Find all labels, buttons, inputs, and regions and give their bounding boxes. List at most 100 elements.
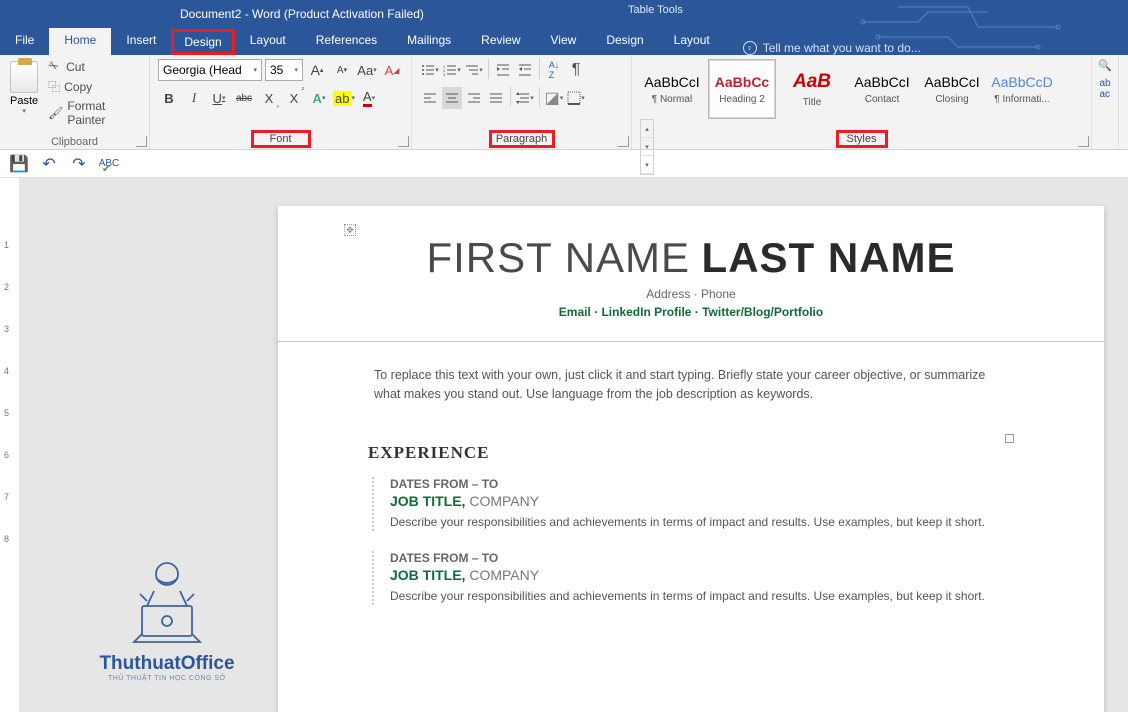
clear-formatting-button[interactable]: A◢ [381, 59, 403, 81]
resume-links[interactable]: Email · LinkedIn Profile · Twitter/Blog/… [368, 305, 1014, 319]
align-left-button[interactable] [420, 87, 440, 109]
group-font: Georgia (Head▾ 35▾ A▴ A▾ Aa▾ A◢ B I U▾ a… [150, 55, 412, 149]
change-case-button[interactable]: Aa▾ [356, 59, 378, 81]
style-information[interactable]: AaBbCcD¶ Informati... [988, 59, 1056, 119]
watermark-text: ThuthuatOffice [78, 653, 256, 675]
tab-file[interactable]: File [0, 25, 49, 55]
watermark-logo: ThuthuatOffice THỦ THUẬT TIN HỌC CÔNG SỞ [78, 556, 256, 682]
replace-button[interactable]: abac [1099, 78, 1110, 100]
group-styles: AaBbCcI¶ Normal AaBbCcHeading 2 AaBTitle… [632, 55, 1092, 149]
paste-icon [10, 61, 38, 93]
paste-label: Paste [10, 95, 38, 107]
job-entry[interactable]: DATES FROM – TO JOB TITLE, COMPANY Descr… [372, 477, 1014, 531]
subscript-button[interactable]: X₂ [258, 87, 280, 109]
dialog-launcher-clipboard[interactable] [136, 136, 147, 147]
job-title-line: JOB TITLE, COMPANY [390, 493, 1014, 509]
dialog-launcher-paragraph[interactable] [618, 136, 629, 147]
expand-icon: ▾ [641, 156, 653, 174]
resume-intro[interactable]: To replace this text with your own, just… [368, 366, 1014, 404]
resume-address[interactable]: Address · Phone [368, 287, 1014, 301]
text-effects-button[interactable]: A▾ [308, 87, 330, 109]
bold-button[interactable]: B [158, 87, 180, 109]
table-resize-handle[interactable] [1005, 434, 1014, 443]
tab-home[interactable]: Home [49, 25, 111, 55]
shrink-font-button[interactable]: A▾ [331, 59, 353, 81]
strikethrough-button[interactable]: abc [233, 87, 255, 109]
tab-tabletools-layout[interactable]: Layout [659, 25, 725, 55]
style-contact[interactable]: AaBbCcIContact [848, 59, 916, 119]
brush-icon: 🖌 [48, 106, 63, 120]
highlight-button[interactable]: ab▾ [333, 87, 355, 109]
chevron-down-icon: ▾ [641, 138, 653, 156]
style-normal[interactable]: AaBbCcI¶ Normal [638, 59, 706, 119]
document-page[interactable]: ✥ FIRST NAME LAST NAME Address · Phone E… [278, 206, 1104, 712]
chevron-down-icon: ▾ [22, 107, 26, 115]
sort-button[interactable]: A↓Z [544, 59, 564, 81]
decrease-indent-button[interactable] [493, 59, 513, 81]
line-spacing-button[interactable]: ▾ [515, 87, 535, 109]
format-painter-button[interactable]: 🖌Format Painter [46, 98, 143, 128]
scissors-icon: ✂ [46, 57, 65, 76]
chevron-down-icon: ▾ [253, 66, 257, 74]
tab-review[interactable]: Review [466, 25, 535, 55]
section-heading-experience[interactable]: EXPERIENCE [368, 443, 1014, 463]
dialog-launcher-styles[interactable] [1078, 136, 1089, 147]
resume-name[interactable]: FIRST NAME LAST NAME [368, 234, 1014, 283]
style-heading2[interactable]: AaBbCcHeading 2 [708, 59, 776, 119]
job-description: Describe your responsibilities and achie… [390, 513, 1014, 531]
paste-button[interactable]: Paste ▾ [6, 59, 42, 128]
styles-gallery: AaBbCcI¶ Normal AaBbCcHeading 2 AaBTitle… [638, 59, 1085, 119]
tab-insert[interactable]: Insert [111, 25, 171, 55]
align-center-button[interactable] [442, 87, 462, 109]
find-button[interactable]: 🔍 [1098, 59, 1112, 72]
spelling-button[interactable]: ABC✔ [100, 155, 118, 173]
tab-tabletools-design[interactable]: Design [591, 25, 658, 55]
tab-layout[interactable]: Layout [235, 25, 301, 55]
group-editing: 🔍 abac [1092, 55, 1119, 149]
group-label-font: Font [251, 130, 311, 148]
save-button[interactable]: 💾 [10, 155, 28, 173]
increase-indent-button[interactable] [515, 59, 535, 81]
job-dates: DATES FROM – TO [390, 477, 1014, 491]
job-entry[interactable]: DATES FROM – TO JOB TITLE, COMPANY Descr… [372, 551, 1014, 605]
ribbon: Paste ▾ ✂Cut ⿻Copy 🖌Format Painter Clipb… [0, 55, 1128, 150]
svg-text:3: 3 [443, 72, 446, 77]
quick-access-toolbar: 💾 ↶ ↷ ABC✔ [0, 150, 1128, 178]
table-anchor-icon[interactable]: ✥ [344, 224, 356, 236]
align-right-button[interactable] [464, 87, 484, 109]
font-size-select[interactable]: 35▾ [265, 59, 303, 81]
tab-design[interactable]: Design [171, 29, 234, 55]
style-title[interactable]: AaBTitle [778, 59, 846, 119]
styles-gallery-expand[interactable]: ▴ ▾ ▾ [640, 119, 654, 175]
undo-button[interactable]: ↶ [40, 155, 58, 173]
italic-button[interactable]: I [183, 87, 205, 109]
ruler-vertical[interactable]: 12345678 [0, 178, 20, 712]
tab-references[interactable]: References [301, 25, 392, 55]
cut-button[interactable]: ✂Cut [46, 59, 143, 75]
shading-button[interactable]: ◪▾ [544, 87, 564, 109]
justify-button[interactable] [486, 87, 506, 109]
show-hide-marks-button[interactable]: ¶ [566, 59, 586, 81]
title-bar: Document2 - Word (Product Activation Fai… [0, 0, 1128, 28]
dialog-launcher-font[interactable] [398, 136, 409, 147]
grow-font-button[interactable]: A▴ [306, 59, 328, 81]
watermark-subtitle: THỦ THUẬT TIN HỌC CÔNG SỞ [78, 675, 256, 682]
tell-me-search[interactable]: ♀ Tell me what you want to do... [743, 41, 921, 55]
group-paragraph: ▾ 123▾ ▾ A↓Z ¶ ▾ ◪▾ ▾ Paragraph [412, 55, 632, 149]
multilevel-list-button[interactable]: ▾ [464, 59, 484, 81]
superscript-button[interactable]: X² [283, 87, 305, 109]
style-closing[interactable]: AaBbCcIClosing [918, 59, 986, 119]
lightbulb-icon: ♀ [743, 41, 757, 55]
font-name-select[interactable]: Georgia (Head▾ [158, 59, 262, 81]
bullets-button[interactable]: ▾ [420, 59, 440, 81]
underline-button[interactable]: U▾ [208, 87, 230, 109]
borders-button[interactable]: ▾ [566, 87, 586, 109]
numbering-button[interactable]: 123▾ [442, 59, 462, 81]
redo-button[interactable]: ↷ [70, 155, 88, 173]
window-title: Document2 - Word (Product Activation Fai… [180, 7, 424, 21]
tab-mailings[interactable]: Mailings [392, 25, 466, 55]
copy-button[interactable]: ⿻Copy [46, 77, 143, 96]
job-dates: DATES FROM – TO [390, 551, 1014, 565]
tab-view[interactable]: View [536, 25, 592, 55]
font-color-button[interactable]: A▾ [358, 87, 380, 109]
